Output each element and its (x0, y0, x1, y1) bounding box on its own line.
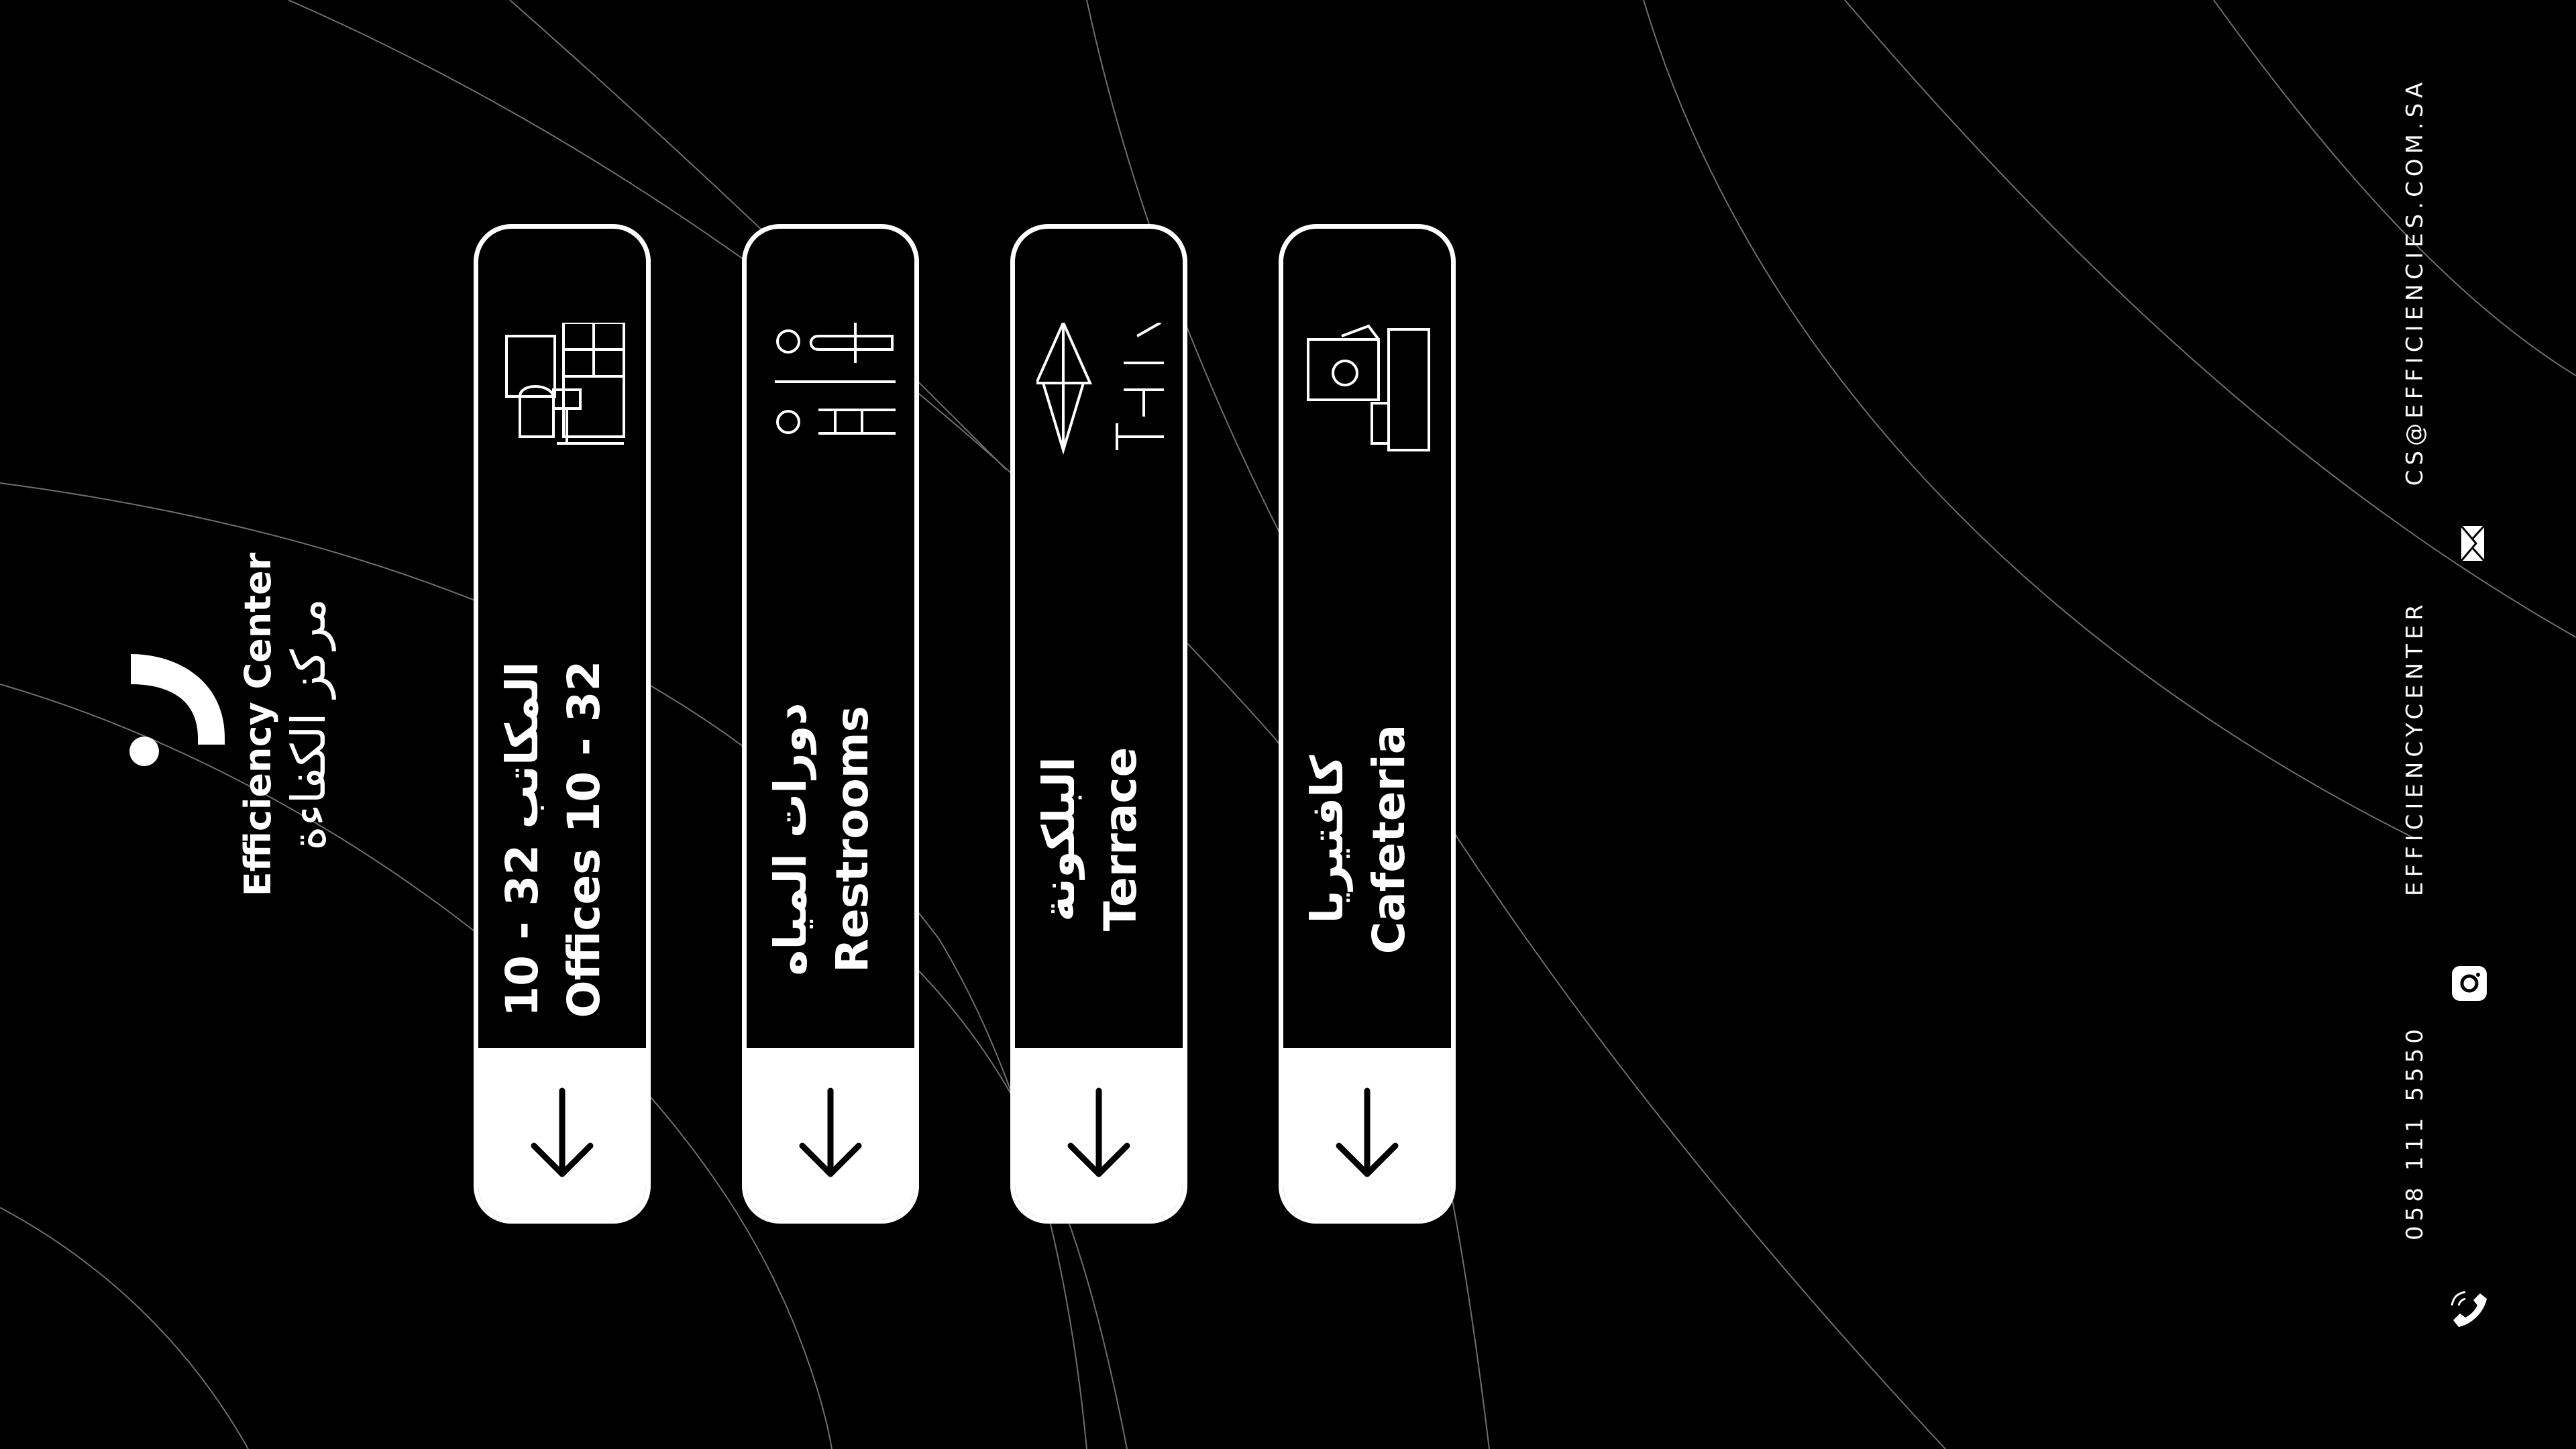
down-arrow-icon (1067, 1087, 1130, 1177)
down-arrow-icon (799, 1087, 862, 1177)
terrace-umbrella-icon (1036, 323, 1164, 455)
efficiency-center-logo (129, 654, 225, 766)
brand-name-en: Efficiency Center (237, 552, 279, 897)
cafeteria-icon (1307, 324, 1430, 451)
direction-panel (478, 1048, 646, 1219)
direction-panel (747, 1048, 914, 1219)
office-desk-icon (505, 323, 625, 445)
restroom-icon (775, 323, 896, 435)
sign-cafeteria: كافتيريا Cafeteria (1279, 224, 1456, 1224)
phone-icon (2451, 1291, 2487, 1327)
sign-terrace: البلكونة Terrace (1010, 224, 1187, 1224)
instagram-handle[interactable]: EFFICIENCYCENTER (2398, 577, 2432, 919)
phone-number[interactable]: 058 111 5550 (2398, 1024, 2432, 1240)
mail-icon (2460, 525, 2485, 562)
down-arrow-icon (1336, 1087, 1399, 1177)
sign-restrooms: دورات المياه Restrooms (742, 224, 919, 1224)
sign-offices: المكاتب 32 - 10 Offices 10 - 32 (474, 224, 651, 1224)
down-arrow-icon (531, 1087, 594, 1177)
email-text[interactable]: CS@EFFICIENCIES.COM.SA (2398, 47, 2432, 517)
direction-panel (1015, 1048, 1183, 1219)
direction-panel (1283, 1048, 1451, 1219)
brand-name: Efficiency Center مركز الكفاءة (235, 456, 342, 993)
brand-name-ar: مركز الكفاءة (281, 598, 336, 851)
instagram-icon (2452, 966, 2487, 1001)
